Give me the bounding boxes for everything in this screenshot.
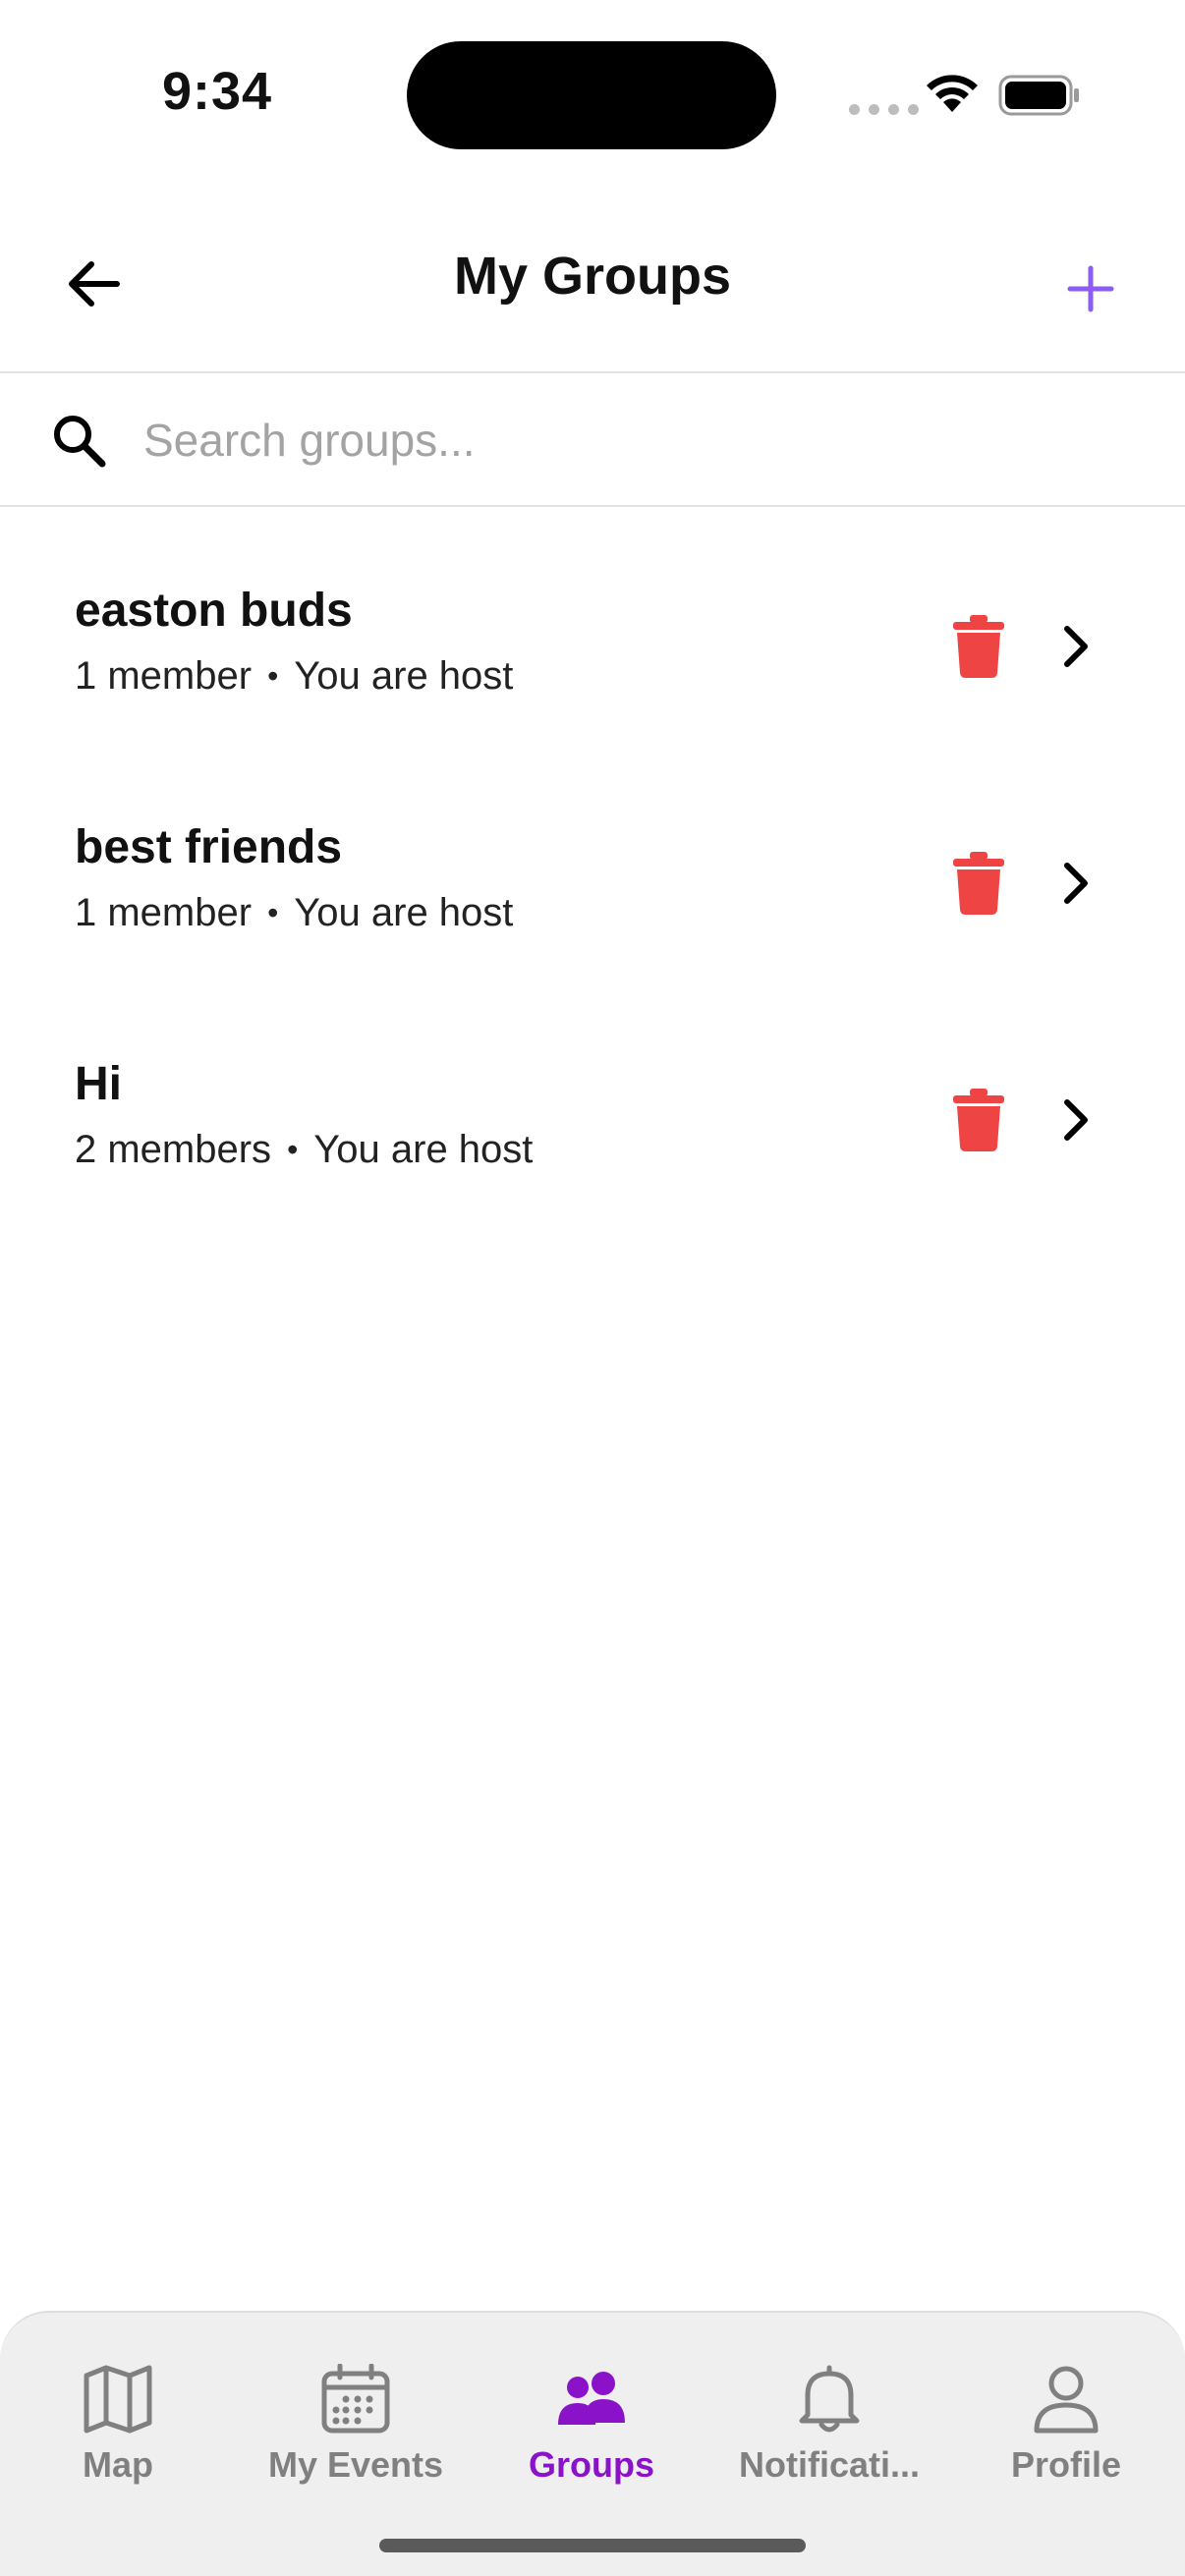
battery-icon: [998, 75, 1079, 116]
member-count: 1 member: [75, 891, 253, 934]
member-count: 1 member: [75, 654, 253, 698]
add-group-button[interactable]: [1051, 250, 1130, 328]
group-name: Hi: [75, 1058, 122, 1110]
tab-map[interactable]: Map: [10, 2364, 226, 2511]
status-time: 9:34: [162, 62, 273, 121]
host-status: You are host: [313, 1128, 534, 1171]
host-status: You are host: [294, 891, 514, 934]
home-indicator: [379, 2539, 806, 2552]
group-row[interactable]: easton buds 1 member • You are host: [0, 521, 1185, 757]
plus-icon: [1067, 265, 1114, 312]
group-name: best friends: [75, 821, 343, 873]
cellular-signal-icon: [849, 104, 919, 115]
tab-profile[interactable]: Profile: [958, 2364, 1174, 2511]
separator-dot: •: [287, 1132, 299, 1167]
group-meta: 1 member • You are host: [75, 891, 513, 935]
search-bar: [0, 373, 1185, 507]
search-icon: [54, 416, 106, 468]
wifi-icon: [927, 75, 978, 112]
dynamic-island: [407, 41, 776, 149]
trash-icon[interactable]: [951, 1089, 1006, 1151]
group-row[interactable]: Hi 2 members • You are host: [0, 994, 1185, 1231]
separator-dot: •: [267, 895, 279, 930]
trash-icon[interactable]: [951, 852, 1006, 915]
tab-label: Notificati...: [738, 2444, 920, 2485]
group-meta: 2 members • You are host: [75, 1128, 533, 1172]
page-title: My Groups: [453, 247, 732, 306]
trash-icon[interactable]: [951, 615, 1006, 678]
map-icon: [84, 2365, 152, 2434]
tab-bar: Map My Events Groups Notificati... Profi…: [0, 2311, 1185, 2576]
header: My Groups: [0, 206, 1185, 373]
tab-label: My Events: [267, 2444, 444, 2485]
search-input[interactable]: [143, 397, 1126, 483]
bell-icon: [799, 2365, 860, 2433]
group-row[interactable]: best friends 1 member • You are host: [0, 757, 1185, 994]
chevron-right-icon[interactable]: [1057, 852, 1097, 915]
group-name: easton buds: [75, 585, 353, 637]
tab-notifications[interactable]: Notificati...: [721, 2364, 937, 2511]
host-status: You are host: [294, 654, 514, 698]
group-list: easton buds 1 member • You are host best…: [0, 521, 1185, 1231]
member-count: 2 members: [75, 1128, 272, 1171]
group-meta: 1 member • You are host: [75, 654, 513, 699]
chevron-right-icon[interactable]: [1057, 1089, 1097, 1151]
chevron-right-icon[interactable]: [1057, 615, 1097, 678]
tab-label: Groups: [528, 2444, 654, 2485]
people-icon: [558, 2372, 625, 2425]
tab-my-events[interactable]: My Events: [248, 2364, 464, 2511]
tab-label: Map: [83, 2444, 153, 2485]
person-icon: [1034, 2366, 1099, 2434]
calendar-icon: [321, 2364, 390, 2434]
separator-dot: •: [267, 658, 279, 694]
tab-label: Profile: [1010, 2444, 1122, 2485]
status-bar: 9:34: [0, 0, 1185, 187]
tab-groups[interactable]: Groups: [483, 2364, 700, 2511]
